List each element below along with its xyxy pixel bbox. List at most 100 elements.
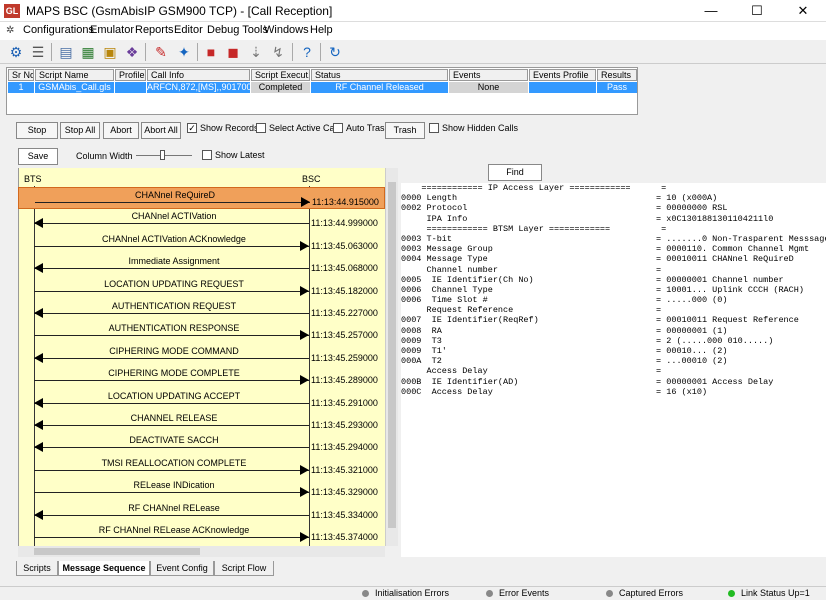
vertical-scroll-thumb[interactable]	[388, 182, 396, 528]
sequence-vertical-scrollbar[interactable]	[385, 168, 398, 546]
toolbar-separator	[145, 43, 146, 61]
show-records-checkbox[interactable]: ✓	[187, 123, 197, 133]
save-button[interactable]: Save	[18, 148, 58, 165]
tab-scripts[interactable]: Scripts	[16, 561, 58, 576]
stop-call-icon[interactable]: ■	[201, 42, 221, 62]
arrow-right-icon	[301, 197, 310, 207]
show-hidden-calls-checkbox[interactable]	[429, 123, 439, 133]
tab-script-flow[interactable]: Script Flow	[214, 561, 274, 576]
auto-trash-checkbox[interactable]	[333, 123, 343, 133]
sequence-message-row[interactable]: RELease INDication 11:13:45.329000	[18, 478, 385, 500]
link-status[interactable]: Link Status Up=1	[728, 588, 810, 598]
tab-event-config[interactable]: Event Config	[150, 561, 214, 576]
close-button[interactable]: ✕	[780, 0, 826, 22]
download-icon[interactable]: ⇣	[246, 42, 266, 62]
profile-icon[interactable]: ❖	[122, 42, 142, 62]
menu-debug-tools[interactable]: Debug Tools	[207, 24, 268, 36]
sequence-message-row[interactable]: LOCATION UPDATING ACCEPT 11:13:45.291000	[18, 389, 385, 411]
sequence-message-label: DEACTIVATE SACCH	[129, 435, 219, 446]
report-icon[interactable]: ▦	[78, 42, 98, 62]
sequence-message-row[interactable]: CIPHERING MODE COMMAND 11:13:45.259000	[18, 344, 385, 366]
trash-button[interactable]: Trash	[385, 122, 425, 139]
script-icon[interactable]: ▤	[56, 42, 76, 62]
show-latest-checkbox[interactable]	[202, 150, 212, 160]
editor-icon[interactable]: ▣	[100, 42, 120, 62]
col-header-script-name[interactable]: Script Name	[35, 69, 114, 81]
col-header-results[interactable]: Results	[597, 69, 637, 81]
wrench-icon[interactable]: ✦	[174, 42, 194, 62]
sequence-arrow-line	[34, 514, 309, 516]
message-decode-panel: ============ IP Access Layer ===========…	[401, 183, 826, 557]
menu-emulator[interactable]: Emulator	[90, 24, 134, 36]
sequence-horizontal-scrollbar[interactable]	[18, 546, 385, 557]
sequence-message-row[interactable]: Immediate Assignment 11:13:45.068000	[18, 254, 385, 276]
sequence-arrow-line	[34, 447, 309, 449]
decode-line: 0007 IE Identifier(ReqRef) = 00010011 Re…	[401, 315, 799, 326]
menu-help[interactable]: Help	[310, 24, 333, 36]
captured-errors-status[interactable]: Captured Errors	[606, 588, 683, 598]
col-header-events[interactable]: Events	[449, 69, 528, 81]
sequence-message-row[interactable]: TMSI REALLOCATION COMPLETE 11:13:45.32100…	[18, 456, 385, 478]
sequence-message-label: RF CHANnel RELease ACKnowledge	[98, 525, 250, 535]
toolbar-separator	[197, 43, 198, 61]
sequence-message-row[interactable]: LOCATION UPDATING REQUEST 11:13:45.182000	[18, 277, 385, 299]
menu-reports[interactable]: Reports	[135, 24, 174, 36]
abort-button[interactable]: Abort	[103, 122, 139, 139]
sequence-message-row[interactable]: CHANnel ReQuireD 11:13:44.915000	[18, 187, 385, 209]
sequence-message-label: Immediate Assignment	[128, 256, 220, 267]
list-icon[interactable]: ☰	[28, 42, 48, 62]
stop-all-icon[interactable]: ◼	[223, 42, 243, 62]
cell-results: Pass	[597, 82, 637, 93]
sequence-arrow-line	[34, 357, 309, 359]
initialisation-errors-status[interactable]: Initialisation Errors	[362, 588, 449, 598]
sequence-message-label: TMSI REALLOCATION COMPLETE	[101, 457, 247, 468]
col-header-script-execution[interactable]: Script Execut...	[251, 69, 310, 81]
gear-icon[interactable]: ⚙	[6, 42, 26, 62]
sequence-message-row[interactable]: DEACTIVATE SACCH 11:13:45.294000	[18, 433, 385, 455]
decode-line: 000C Access Delay = 16 (x10)	[401, 386, 708, 397]
menu-configurations[interactable]: Configurations	[23, 24, 94, 36]
arrow-left-icon	[34, 218, 43, 229]
abort-icon[interactable]: ↯	[268, 42, 288, 62]
tool-icon[interactable]: ✎	[151, 42, 171, 62]
col-header-events-profile[interactable]: Events Profile	[529, 69, 596, 81]
sequence-arrow-line	[34, 469, 309, 471]
find-button[interactable]: Find	[488, 164, 542, 181]
menu-editor[interactable]: Editor	[174, 24, 203, 36]
sequence-message-row[interactable]: AUTHENTICATION RESPONSE 11:13:45.257000	[18, 321, 385, 343]
horizontal-scroll-thumb[interactable]	[34, 548, 200, 555]
tab-message-sequence[interactable]: Message Sequence	[58, 561, 150, 576]
help-icon[interactable]: ?	[297, 42, 317, 62]
arrow-left-icon	[34, 308, 43, 318]
menu-windows[interactable]: Windows	[264, 24, 309, 36]
error-events-status[interactable]: Error Events	[486, 588, 549, 598]
status-dot-icon	[362, 590, 369, 597]
sequence-message-row[interactable]: CHANNEL RELEASE 11:13:45.293000	[18, 411, 385, 433]
stop-all-button[interactable]: Stop All	[60, 122, 100, 139]
arrow-right-icon	[300, 464, 309, 475]
stop-button[interactable]: Stop	[16, 122, 58, 139]
minimize-button[interactable]: —	[688, 0, 734, 22]
sequence-message-label: CIPHERING MODE COMPLETE	[108, 368, 240, 379]
column-width-slider-thumb[interactable]	[160, 150, 165, 160]
col-header-sr-no[interactable]: Sr No	[8, 69, 34, 81]
sequence-message-row[interactable]: CIPHERING MODE COMPLETE 11:13:45.289000	[18, 366, 385, 388]
app-logo: GL	[4, 4, 20, 18]
sequence-message-row[interactable]: RF CHANnel RELease ACKnowledge 11:13:45.3…	[18, 523, 385, 545]
decode-line: Access Delay =	[401, 366, 662, 377]
toolbar: ⚙ ☰ ▤ ▦ ▣ ❖ ✎ ✦ ■ ◼ ⇣ ↯ ? ↻	[0, 40, 826, 64]
select-active-call-checkbox[interactable]	[256, 123, 266, 133]
col-header-call-info[interactable]: Call Info	[147, 69, 250, 81]
sequence-message-row[interactable]: CHANnel ACTIVation ACKnowledge 11:13:45.0…	[18, 232, 385, 254]
maximize-button[interactable]: ☐	[734, 0, 780, 22]
sequence-message-label: CHANNEL RELEASE	[130, 413, 218, 423]
link-status-dot-icon	[728, 590, 735, 597]
refresh-icon[interactable]: ↻	[325, 42, 345, 62]
col-header-profile[interactable]: Profile	[115, 69, 146, 81]
col-header-status[interactable]: Status	[311, 69, 448, 81]
sequence-message-row[interactable]: AUTHENTICATION REQUEST 11:13:45.227000	[18, 299, 385, 321]
abort-all-button[interactable]: Abort All	[141, 122, 181, 139]
sequence-message-row[interactable]: RF CHANnel RELease 11:13:45.334000	[18, 501, 385, 523]
sequence-message-row[interactable]: CHANnel ACTIVation 11:13:44.999000	[18, 209, 385, 231]
sequence-arrow-line	[35, 202, 310, 203]
